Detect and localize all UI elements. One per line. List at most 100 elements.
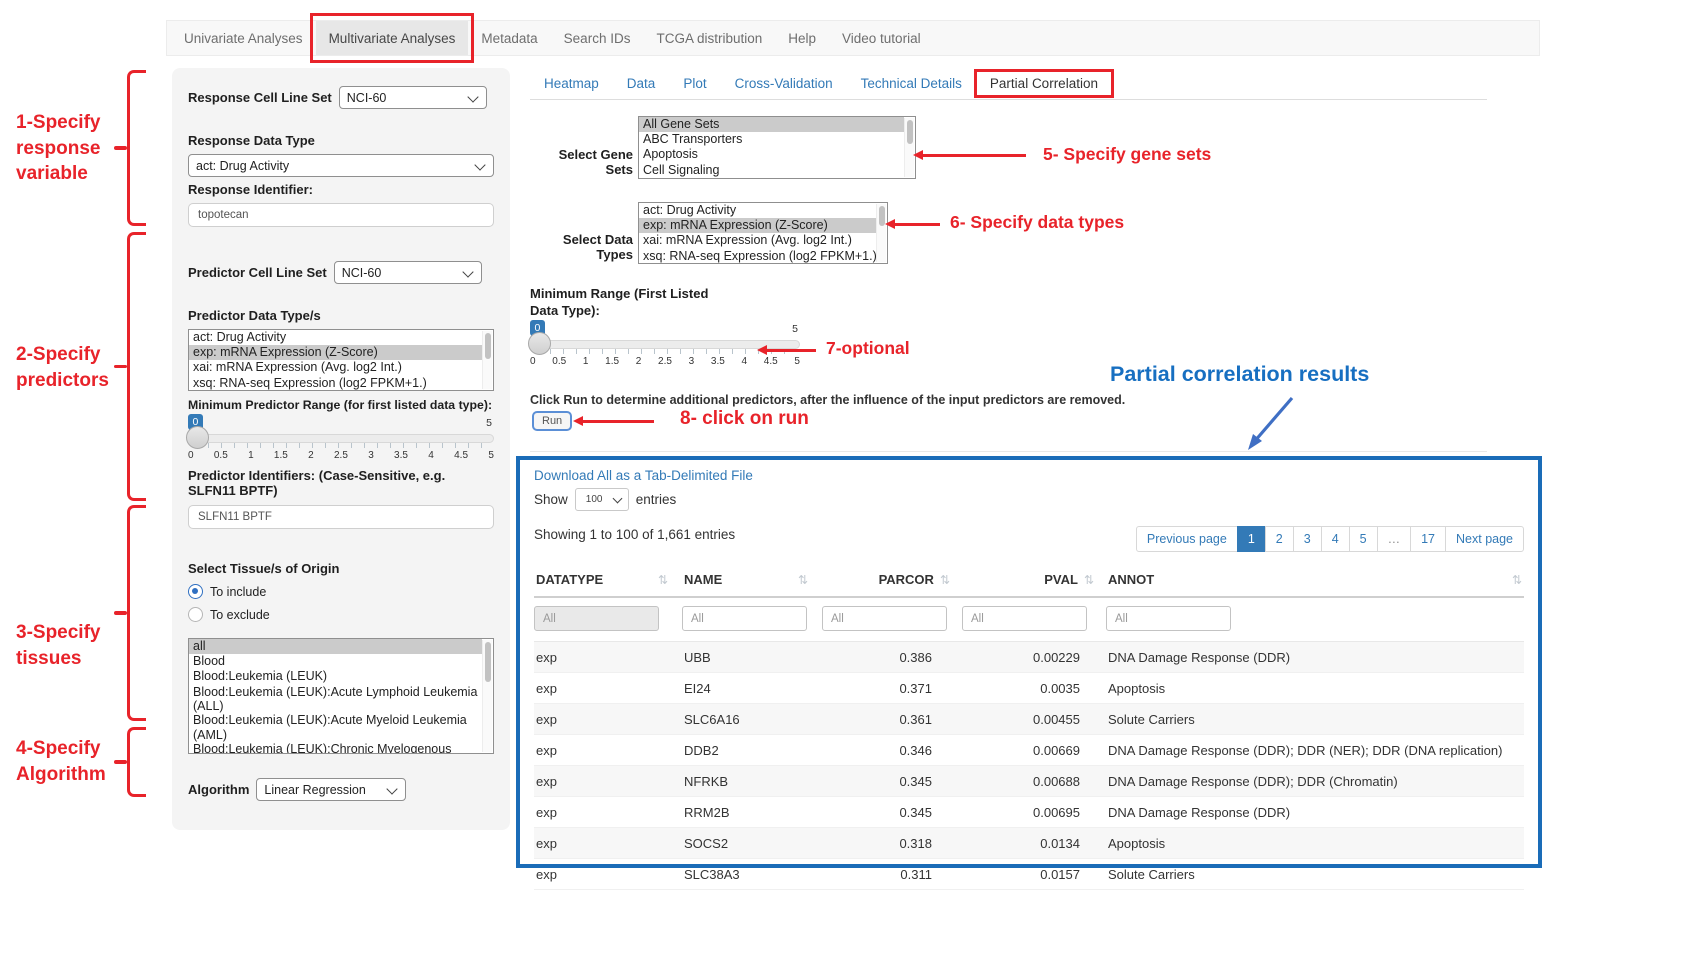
col-header-parcor[interactable]: PARCOR⇅ (822, 568, 962, 596)
table-row[interactable]: expDDB20.3460.00669DNA Damage Response (… (534, 735, 1524, 766)
page-5-button[interactable]: 5 (1349, 526, 1378, 552)
annotation-step3: 3-Specify tissues (16, 620, 100, 671)
tab-data[interactable]: Data (613, 76, 670, 91)
filter-parcor-input[interactable] (822, 606, 947, 631)
response-cell-line-set-label: Response Cell Line Set (188, 90, 332, 105)
nav-search-ids[interactable]: Search IDs (551, 21, 644, 55)
col-header-pval[interactable]: PVAL⇅ (962, 568, 1106, 596)
response-cell-line-set-select[interactable]: NCI-60 (339, 86, 487, 109)
tab-heatmap[interactable]: Heatmap (530, 76, 613, 91)
data-types-list[interactable]: act: Drug Activity exp: mRNA Expression … (638, 202, 888, 264)
list-item[interactable]: ABC Transporters (639, 132, 904, 147)
tab-plot[interactable]: Plot (669, 76, 720, 91)
list-item[interactable]: exp: mRNA Expression (Z-Score) (639, 218, 876, 233)
list-item[interactable]: All Gene Sets (639, 117, 904, 132)
scrollbar[interactable] (482, 331, 492, 389)
table-row[interactable]: expSLC6A160.3610.00455Solute Carriers (534, 704, 1524, 735)
filter-datatype-input[interactable] (534, 606, 659, 631)
page-1-button[interactable]: 1 (1237, 526, 1266, 552)
list-item[interactable]: xai: mRNA Expression (Avg. log2 Int.) (639, 233, 876, 248)
annotation-step8: 8- click on run (680, 408, 809, 430)
annotation-step2: 2-Specify predictors (16, 342, 109, 393)
list-item[interactable]: all (189, 639, 482, 654)
filter-annot-input[interactable] (1106, 606, 1231, 631)
nav-help[interactable]: Help (775, 21, 829, 55)
run-button[interactable]: Run (532, 411, 572, 431)
response-data-type-value: act: Drug Activity (196, 159, 289, 173)
filter-name-input[interactable] (682, 606, 807, 631)
algorithm-select[interactable]: Linear Regression (256, 778, 406, 801)
list-item[interactable]: xsq: RNA-seq Expression (log2 FPKM+1.) (189, 376, 482, 391)
nav-metadata[interactable]: Metadata (468, 21, 550, 55)
col-header-annot[interactable]: ANNOT⇅ (1106, 568, 1524, 596)
slider-tick-labels: 00.511.522.533.544.55 (530, 356, 800, 367)
nav-tcga-distribution[interactable]: TCGA distribution (643, 21, 775, 55)
table-filter-row (534, 598, 1524, 642)
min-range-label: Minimum Range (First Listed Data Type): (530, 286, 708, 320)
bracket-step4 (127, 727, 146, 797)
sort-icon[interactable]: ⇅ (940, 573, 950, 587)
response-data-type-select[interactable]: act: Drug Activity (188, 154, 494, 177)
col-header-datatype[interactable]: DATATYPE⇅ (534, 568, 682, 596)
list-item[interactable]: Blood:Leukemia (LEUK):Chronic Myelogenou… (189, 742, 482, 754)
table-row[interactable]: expNFRKB0.3450.00688DNA Damage Response … (534, 766, 1524, 797)
list-item[interactable]: exp: mRNA Expression (Z-Score) (189, 345, 482, 360)
list-item[interactable]: Blood:Leukemia (LEUK) (189, 669, 482, 684)
slider-handle[interactable] (186, 426, 209, 449)
tissue-list[interactable]: all Blood Blood:Leukemia (LEUK) Blood:Le… (188, 638, 494, 754)
predictor-identifiers-input[interactable] (188, 505, 494, 529)
list-item[interactable]: Blood (189, 654, 482, 669)
table-row[interactable]: expSLC38A30.3110.0157Solute Carriers (534, 859, 1524, 890)
exclude-radio[interactable] (188, 607, 203, 622)
col-header-name[interactable]: NAME⇅ (682, 568, 822, 596)
sort-icon[interactable]: ⇅ (1512, 573, 1522, 587)
tab-partial-correlation[interactable]: Partial Correlation (976, 76, 1112, 91)
include-radio[interactable] (188, 584, 203, 599)
show-entries-select[interactable]: 100 (575, 488, 629, 511)
list-item[interactable]: Blood:Leukemia (LEUK):Acute Lymphoid Leu… (189, 685, 482, 714)
list-item[interactable]: Blood:Leukemia (LEUK):Acute Myeloid Leuk… (189, 713, 482, 742)
table-row[interactable]: expSOCS20.3180.0134Apoptosis (534, 828, 1524, 859)
list-item[interactable]: Cell Signaling (639, 163, 904, 178)
table-row[interactable]: expUBB0.3860.00229DNA Damage Response (D… (534, 642, 1524, 673)
nav-univariate-analyses[interactable]: Univariate Analyses (171, 21, 316, 55)
min-predictor-range-slider[interactable]: 0 5 00.511.522.533.544.55 (188, 414, 494, 464)
arrow-data-types (894, 223, 940, 226)
tab-technical-details[interactable]: Technical Details (847, 76, 976, 91)
sort-icon[interactable]: ⇅ (1084, 573, 1094, 587)
slider-handle[interactable] (528, 332, 551, 355)
list-item[interactable]: act: Drug Activity (189, 330, 482, 345)
scrollbar[interactable] (904, 118, 914, 177)
tab-cross-validation[interactable]: Cross-Validation (721, 76, 847, 91)
results-table: DATATYPE⇅ NAME⇅ PARCOR⇅ PVAL⇅ ANNOT⇅ exp… (534, 568, 1524, 890)
list-item[interactable]: xai: mRNA Expression (Avg. log2 Int.) (189, 360, 482, 375)
nav-multivariate-analyses[interactable]: Multivariate Analyses (316, 21, 469, 55)
sort-icon[interactable]: ⇅ (658, 573, 668, 587)
arrow-run (582, 420, 654, 423)
scrollbar[interactable] (876, 204, 886, 262)
page-3-button[interactable]: 3 (1293, 526, 1322, 552)
predictor-cell-line-set-select[interactable]: NCI-60 (334, 261, 482, 284)
table-row[interactable]: expEI240.3710.0035Apoptosis (534, 673, 1524, 704)
slider-track[interactable] (188, 434, 494, 443)
list-item[interactable]: Apoptosis (639, 147, 904, 162)
sort-icon[interactable]: ⇅ (798, 573, 808, 587)
page-4-button[interactable]: 4 (1321, 526, 1350, 552)
next-page-button[interactable]: Next page (1445, 526, 1524, 552)
list-item[interactable]: xsq: RNA-seq Expression (log2 FPKM+1.) (639, 249, 876, 264)
filter-pval-input[interactable] (962, 606, 1087, 631)
bracket-step3 (127, 505, 146, 721)
response-identifier-label: Response Identifier: (188, 182, 494, 197)
gene-sets-list[interactable]: All Gene Sets ABC Transporters Apoptosis… (638, 116, 916, 179)
predictor-data-types-list[interactable]: act: Drug Activity exp: mRNA Expression … (188, 329, 494, 391)
nav-video-tutorial[interactable]: Video tutorial (829, 21, 934, 55)
scrollbar[interactable] (482, 640, 492, 752)
page-2-button[interactable]: 2 (1265, 526, 1294, 552)
response-identifier-input[interactable] (188, 203, 494, 227)
download-all-link[interactable]: Download All as a Tab-Delimited File (534, 468, 1524, 483)
list-item[interactable]: act: Drug Activity (639, 203, 876, 218)
page-17-button[interactable]: 17 (1410, 526, 1446, 552)
table-row[interactable]: expRRM2B0.3450.00695DNA Damage Response … (534, 797, 1524, 828)
previous-page-button[interactable]: Previous page (1136, 526, 1238, 552)
show-entries-value: 100 (586, 494, 603, 505)
